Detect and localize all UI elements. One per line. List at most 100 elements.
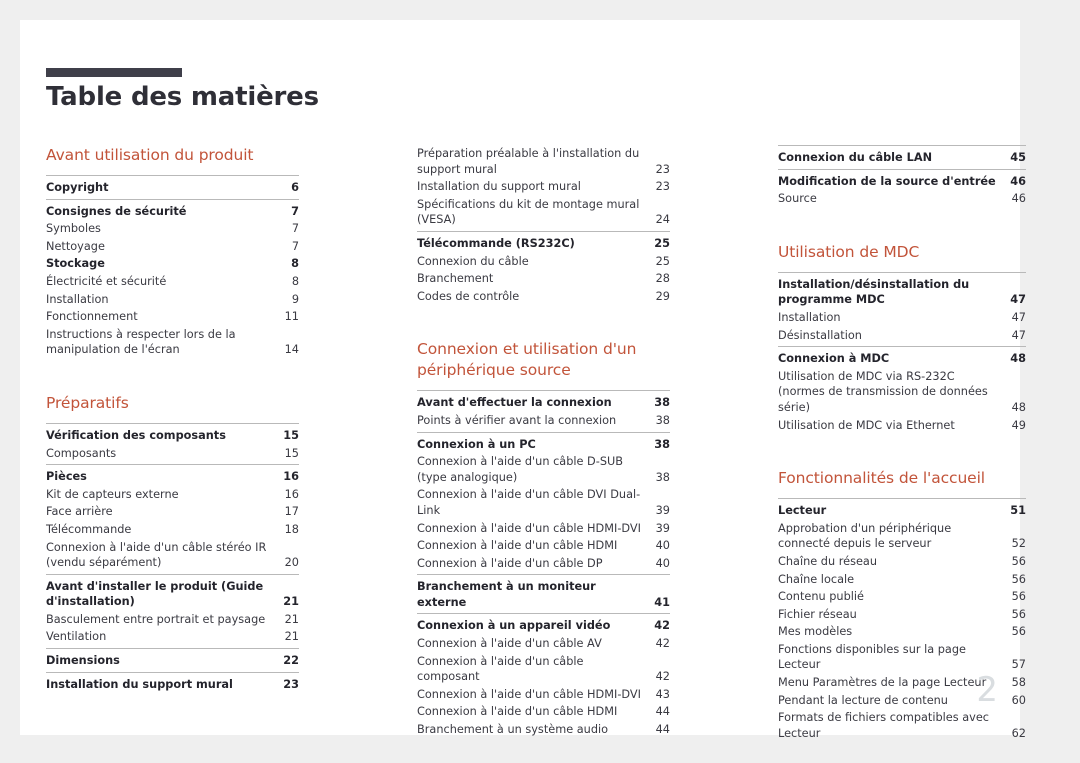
toc-entry-label: Formats de fichiers compatibles avec Lec… xyxy=(778,711,989,740)
toc-entry[interactable]: Pièces 16 xyxy=(46,468,299,486)
toc-entry[interactable]: Ventilation 21 xyxy=(46,628,299,646)
toc-entry-label: Utilisation de MDC via Ethernet xyxy=(778,418,955,432)
toc-entry-page: 42 xyxy=(655,637,670,651)
toc-entry[interactable]: Connexion à l'aide d'un câble HDMI 40 xyxy=(417,537,670,555)
toc-entry[interactable]: Connexion à l'aide d'un câble stéréo IR … xyxy=(46,539,299,572)
toc-entry-label: Branchement xyxy=(417,272,494,286)
toc-group: Avant d'installer le produit (Guide d'in… xyxy=(46,573,299,646)
toc-column-3: Connexion du câble LAN 45 Modification de … xyxy=(778,145,1026,744)
toc-entry-label: Composants xyxy=(46,446,117,460)
toc-entry[interactable]: Face arrière 17 xyxy=(46,503,299,521)
toc-entry[interactable]: Stockage 8 xyxy=(46,255,299,273)
toc-entry[interactable]: Composants 15 xyxy=(46,445,299,463)
toc-entry[interactable]: Installation du support mural 23 xyxy=(46,676,299,694)
toc-entry[interactable]: Nettoyage 7 xyxy=(46,238,299,256)
toc-entry[interactable]: Connexion à l'aide d'un câble HDMI 44 xyxy=(417,703,670,721)
toc-entry[interactable]: Lecteur 51 xyxy=(778,502,1026,520)
toc-entry[interactable]: Consignes de sécurité 7 xyxy=(46,203,299,221)
toc-entry[interactable]: Fonctionnement 11 xyxy=(46,308,299,326)
toc-entry-page: 21 xyxy=(284,612,299,626)
toc-entry-label: Utilisation de MDC via RS-232C (normes d… xyxy=(778,369,988,414)
toc-entry[interactable]: Contenu publié 56 xyxy=(778,588,1026,606)
toc-entry-page: 51 xyxy=(1010,504,1026,518)
toc-entry[interactable]: Codes de contrôle 29 xyxy=(417,288,670,306)
toc-entry[interactable]: Connexion du câble 25 xyxy=(417,253,670,271)
toc-entry[interactable]: Chaîne du réseau 56 xyxy=(778,553,1026,571)
toc-entry[interactable]: Préparation préalable à l'installation d… xyxy=(417,145,670,178)
toc-group: Connexion du câble LAN 45 xyxy=(778,145,1026,167)
toc-section-heading: Avant utilisation du produit xyxy=(46,146,254,164)
toc-entry[interactable]: Chaîne locale 56 xyxy=(778,571,1026,589)
toc-entry[interactable]: Modification de la source d'entrée 46 xyxy=(778,173,1026,191)
toc-entry[interactable]: Connexion à l'aide d'un câble HDMI-DVI 39 xyxy=(417,520,670,538)
toc-entry[interactable]: Copyright 6 xyxy=(46,179,299,197)
toc-entry[interactable]: Connexion à l'aide d'un câble HDMI-DVI 43 xyxy=(417,686,670,704)
toc-entry-page: 21 xyxy=(284,630,299,644)
toc-entry-label: Installation du support mural xyxy=(417,180,581,194)
toc-entry[interactable]: Connexion à un PC 38 xyxy=(417,436,670,454)
toc-entry[interactable]: Basculement entre portrait et paysage 21 xyxy=(46,611,299,629)
toc-section-heading: Préparatifs xyxy=(46,393,129,412)
toc-entry[interactable]: Installation du support mural 23 xyxy=(417,178,670,196)
toc-entry-page: 56 xyxy=(1011,625,1026,639)
toc-entry[interactable]: Branchement à un moniteur externe 41 xyxy=(417,578,670,611)
toc-entry[interactable]: Utilisation de MDC via RS-232C (normes d… xyxy=(778,368,1026,417)
toc-entry[interactable]: Points à vérifier avant la connexion 38 xyxy=(417,412,670,430)
toc-entry-label: Chaîne du réseau xyxy=(778,554,877,568)
toc-entry-page: 38 xyxy=(655,470,670,484)
toc-entry[interactable]: Connexion à un appareil vidéo 42 xyxy=(417,617,670,635)
toc-entry[interactable]: Connexion à l'aide d'un câble D-SUB (typ… xyxy=(417,453,670,486)
toc-entry[interactable]: Avant d'effectuer la connexion 38 xyxy=(417,394,670,412)
toc-entry[interactable]: Utilisation de MDC via Ethernet 49 xyxy=(778,417,1026,435)
toc-entry[interactable]: Installation 9 xyxy=(46,291,299,309)
toc-entry[interactable]: Kit de capteurs externe 16 xyxy=(46,486,299,504)
toc-entry[interactable]: Branchement 28 xyxy=(417,270,670,288)
toc-entry-page: 11 xyxy=(284,310,299,324)
toc-entry[interactable]: Mes modèles 56 xyxy=(778,623,1026,641)
toc-entry-label: Copyright xyxy=(46,181,109,194)
toc-entry[interactable]: Source 46 xyxy=(778,190,1026,208)
toc-column-1: Avant utilisation du produit Copyright 6 Co… xyxy=(46,145,299,695)
toc-entry[interactable]: Avant d'installer le produit (Guide d'in… xyxy=(46,578,299,611)
toc-entry-page: 39 xyxy=(655,503,670,517)
toc-entry-label: Face arrière xyxy=(46,505,113,519)
toc-entry[interactable]: Installation/désinstallation du programm… xyxy=(778,276,1026,309)
toc-entry[interactable]: Dimensions 22 xyxy=(46,652,299,670)
toc-entry[interactable]: Connexion à MDC 48 xyxy=(778,350,1026,368)
toc-entry[interactable]: Désinstallation 47 xyxy=(778,327,1026,345)
toc-entry[interactable]: Spécifications du kit de montage mural (… xyxy=(417,196,670,229)
toc-entry[interactable]: Symboles 7 xyxy=(46,220,299,238)
toc-entry-page: 56 xyxy=(1011,590,1026,604)
toc-entry-page: 48 xyxy=(1011,400,1026,414)
toc-entry[interactable]: Connexion à l'aide d'un câble DP 40 xyxy=(417,555,670,573)
toc-entry-page: 43 xyxy=(655,687,670,701)
toc-entry-page: 21 xyxy=(283,595,299,609)
toc-entry-page: 52 xyxy=(1011,537,1026,551)
toc-entry-page: 14 xyxy=(284,343,299,357)
toc-entry[interactable]: Télécommande 18 xyxy=(46,521,299,539)
toc-entry-label: Connexion à l'aide d'un câble AV xyxy=(417,637,602,651)
toc-entry[interactable]: Installation 47 xyxy=(778,309,1026,327)
toc-entry-page: 58 xyxy=(1011,676,1026,690)
toc-entry[interactable]: Instructions à respecter lors de la mani… xyxy=(46,326,299,359)
toc-entry[interactable]: Connexion à l'aide d'un câble composant 4… xyxy=(417,653,670,686)
toc-entry[interactable]: Branchement à un système audio 44 xyxy=(417,721,670,739)
toc-entry[interactable]: Formats de fichiers compatibles avec Lec… xyxy=(778,709,1026,742)
toc-entry[interactable]: Connexion à l'aide d'un câble DVI Dual-L… xyxy=(417,486,670,519)
toc-entry[interactable]: Télécommande (RS232C) 25 xyxy=(417,235,670,253)
toc-entry-label: Connexion à l'aide d'un câble stéréo IR … xyxy=(46,540,267,570)
toc-entry-label: Fonctions disponibles sur la page Lecteu… xyxy=(778,642,966,672)
toc-entry-page: 41 xyxy=(654,595,670,609)
toc-group: Préparation préalable à l'installation d… xyxy=(417,145,670,229)
toc-entry-label: Modification de la source d'entrée xyxy=(778,174,996,188)
toc-entry[interactable]: Connexion du câble LAN 45 xyxy=(778,149,1026,167)
toc-entry[interactable]: Électricité et sécurité 8 xyxy=(46,273,299,291)
document-page: Table des matières Avant utilisation du … xyxy=(20,20,1026,740)
toc-entry[interactable]: Approbation d'un périphérique connecté d… xyxy=(778,520,1026,553)
toc-entry-page: 7 xyxy=(291,204,299,218)
toc-entry[interactable]: Fichier réseau 56 xyxy=(778,606,1026,624)
toc-entry[interactable]: Vérification des composants 15 xyxy=(46,427,299,445)
toc-entry[interactable]: Connexion à l'aide d'un câble AV 42 xyxy=(417,635,670,653)
toc-entry-page: 38 xyxy=(654,396,670,410)
toc-entry-label: Mes modèles xyxy=(778,625,853,639)
